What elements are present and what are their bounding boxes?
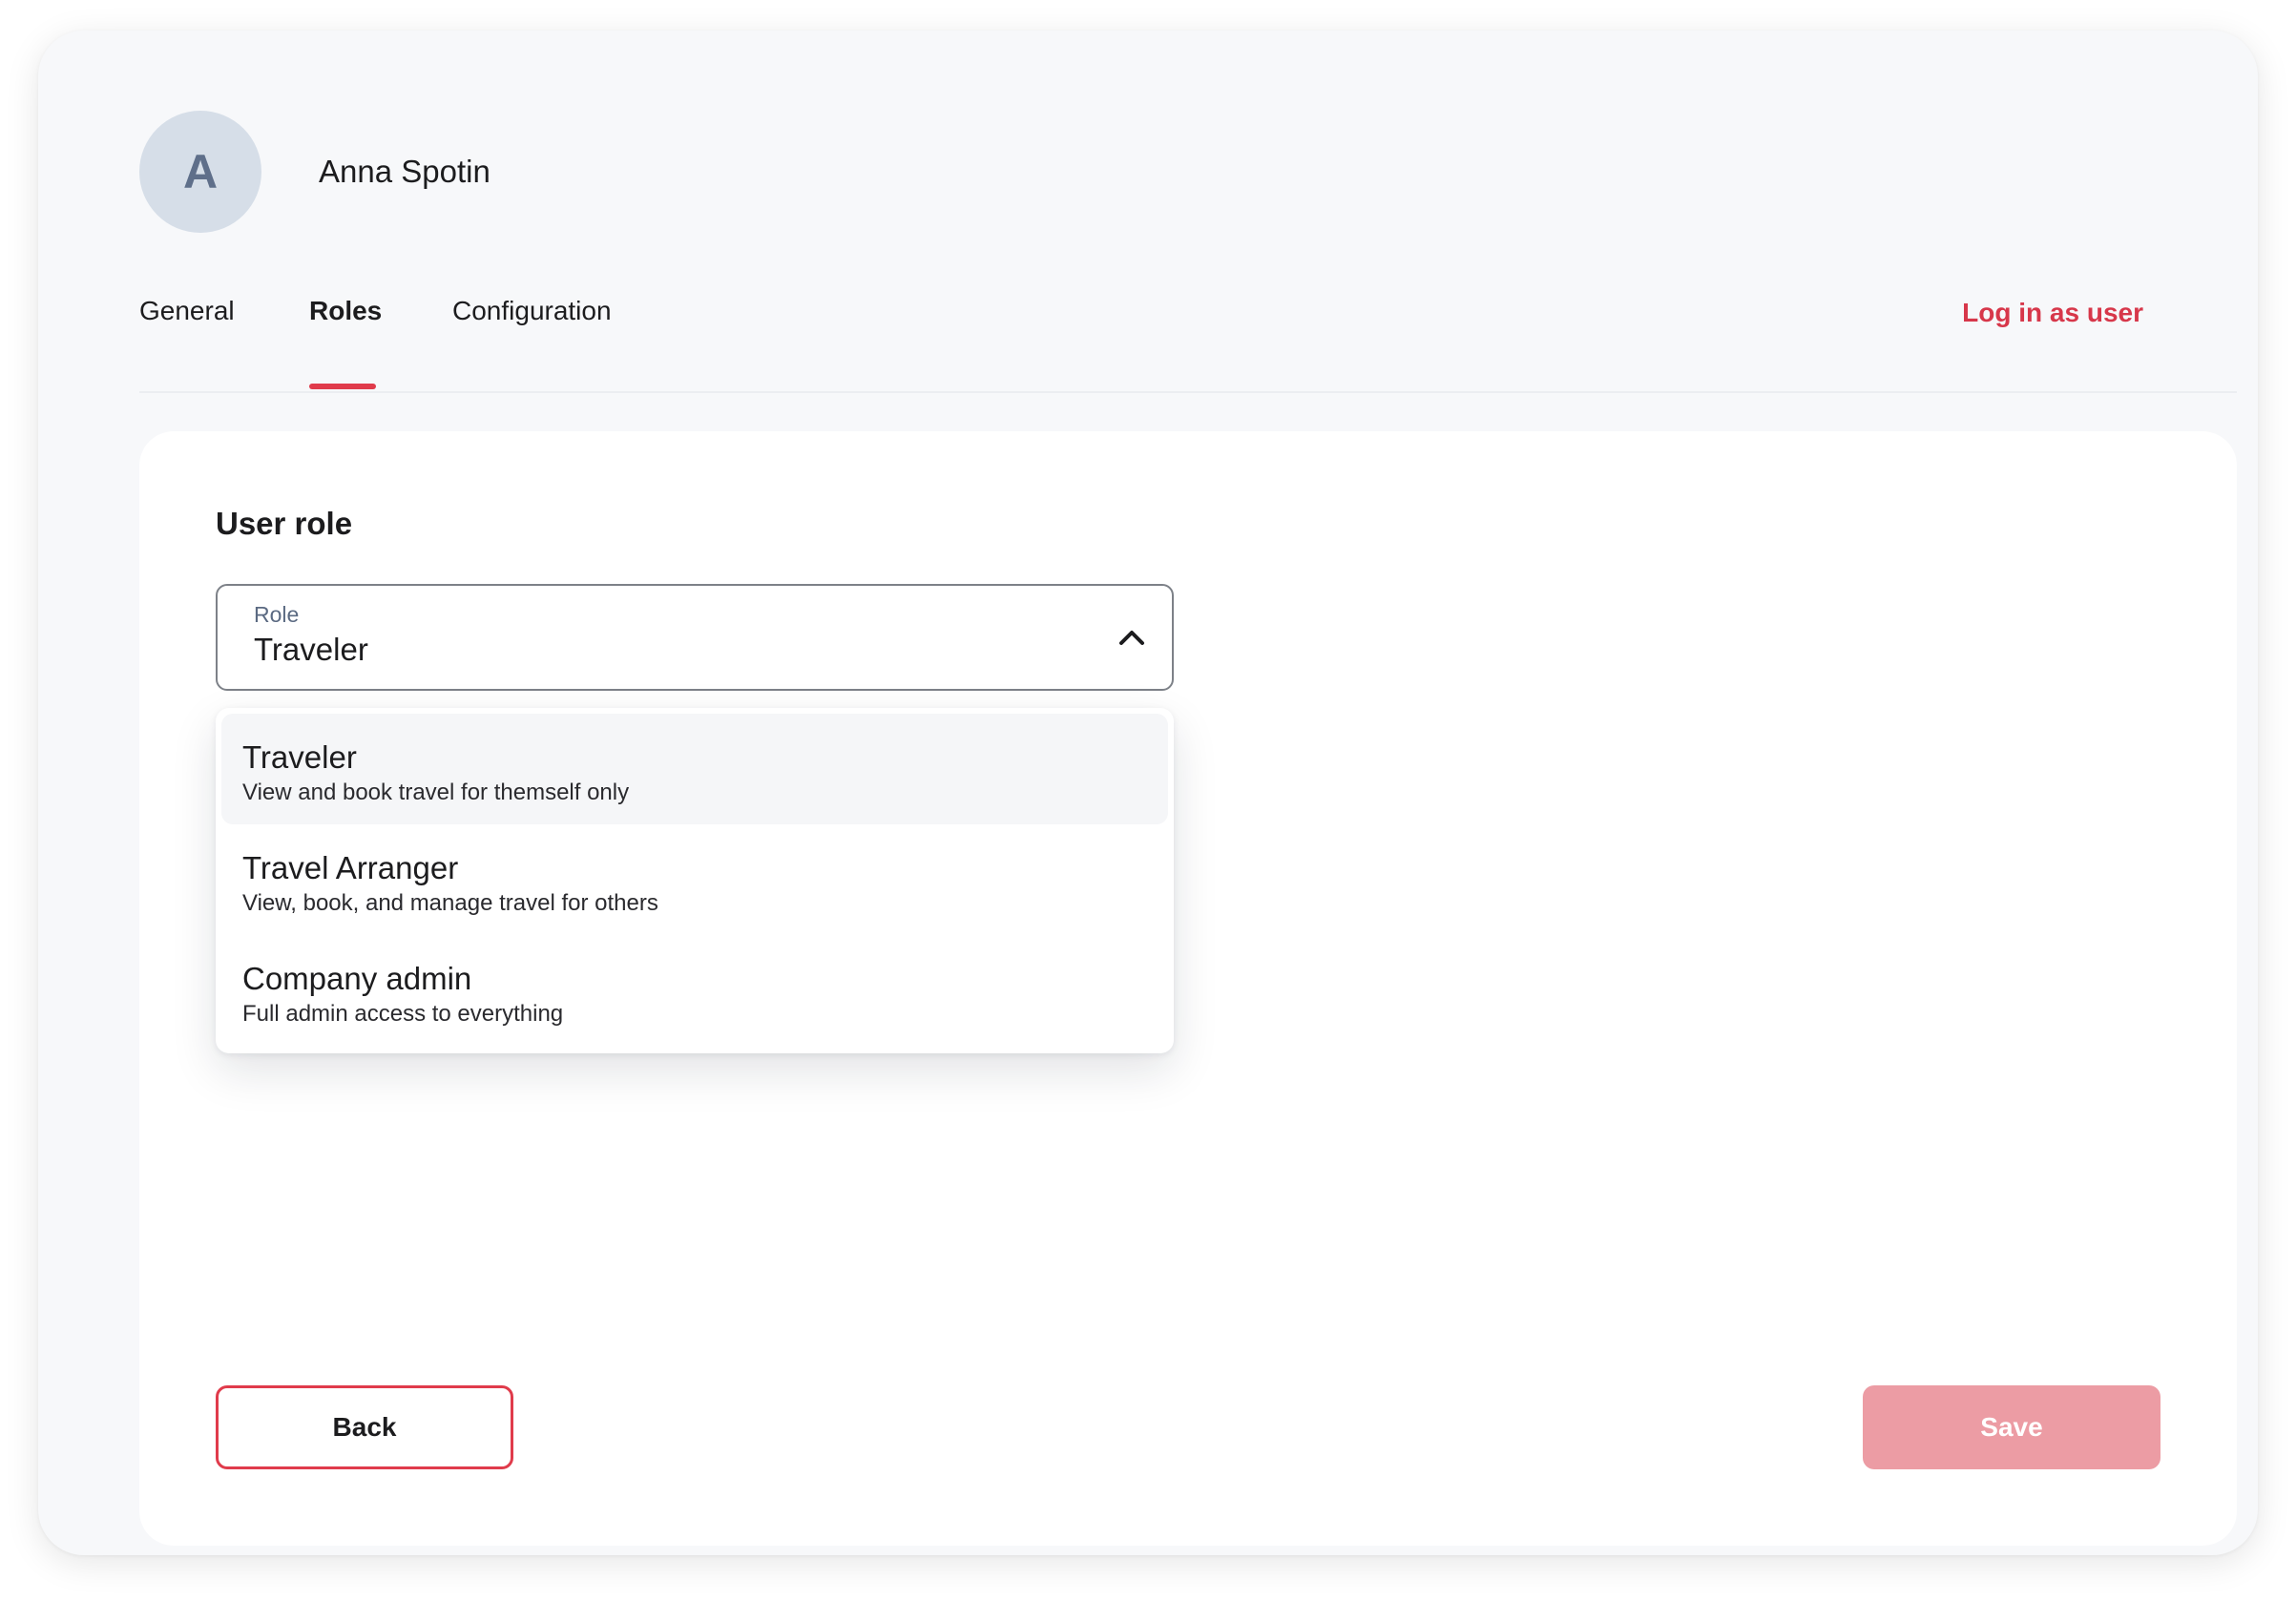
tab-roles[interactable]: Roles (309, 294, 382, 328)
log-in-as-user-link[interactable]: Log in as user (1962, 296, 2143, 330)
tab-configuration[interactable]: Configuration (452, 294, 612, 328)
option-description: Full admin access to everything (242, 1001, 564, 1027)
role-option-traveler[interactable]: Traveler View and book travel for themse… (221, 714, 1168, 824)
tab-general[interactable]: General (139, 294, 235, 328)
option-description: View and book travel for themself only (242, 780, 630, 805)
role-select-label: Role (254, 602, 300, 627)
avatar-initial: A (182, 145, 219, 198)
option-description: View, book, and manage travel for others (242, 890, 658, 916)
role-select[interactable]: Role Traveler (216, 584, 1174, 691)
role-option-company-admin[interactable]: Company admin Full admin access to every… (221, 935, 1168, 1046)
roles-card: User role Role Traveler Traveler View an… (139, 431, 2237, 1546)
avatar: A (139, 111, 261, 233)
user-name: Anna Spotin (319, 154, 491, 189)
option-title: Traveler (242, 739, 357, 775)
chevron-up-icon[interactable] (1113, 618, 1151, 656)
section-title: User role (216, 506, 353, 541)
save-button[interactable]: Save (1863, 1385, 2160, 1469)
active-tab-indicator (309, 384, 376, 389)
role-select-value: Traveler (254, 632, 368, 667)
option-title: Travel Arranger (242, 850, 459, 885)
user-detail-panel: A Anna Spotin General Roles Configuratio… (38, 31, 2258, 1555)
role-option-travel-arranger[interactable]: Travel Arranger View, book, and manage t… (221, 824, 1168, 935)
role-dropdown-menu: Traveler View and book travel for themse… (216, 708, 1174, 1053)
tabs-divider (139, 391, 2237, 393)
back-button[interactable]: Back (216, 1385, 513, 1469)
option-title: Company admin (242, 961, 472, 996)
